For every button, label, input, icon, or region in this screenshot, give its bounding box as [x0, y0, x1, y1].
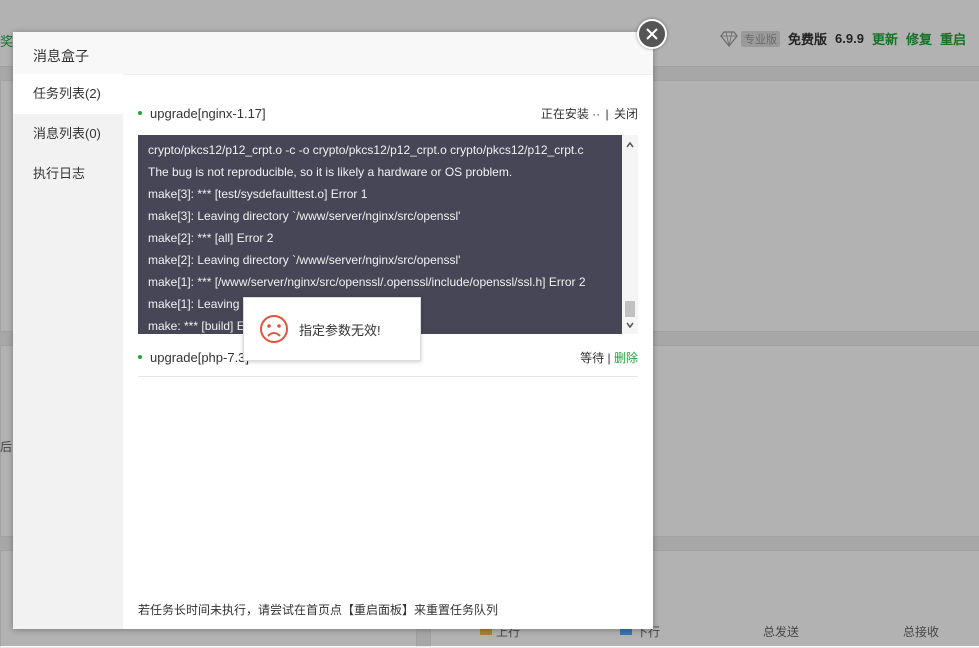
task-status: 等待 — [580, 350, 605, 365]
scroll-down-arrow[interactable] — [622, 317, 638, 333]
task-name-label: upgrade[nginx-1.17] — [150, 105, 266, 121]
console-line: make[1]: *** [/www/server/nginx/src/open… — [148, 275, 586, 289]
modal-title: 消息盒子 — [33, 48, 89, 64]
chevron-up-icon — [626, 142, 634, 148]
sad-face-icon — [260, 315, 288, 343]
error-toast: 指定参数无效! — [243, 297, 421, 361]
console-scrollbar[interactable] — [622, 135, 638, 334]
chevron-down-icon — [626, 322, 634, 328]
separator: | — [605, 106, 609, 121]
toast-message: 指定参数无效! — [299, 322, 381, 338]
task-name: upgrade[php-7.3] — [138, 350, 249, 365]
status-dot — [138, 111, 142, 115]
sidebar-item-messages[interactable]: 消息列表(0) — [13, 114, 123, 154]
separator: | — [607, 350, 611, 365]
console-line: make[3]: *** [test/sysdefaulttest.o] Err… — [148, 187, 368, 201]
close-task-link[interactable]: 关闭 — [614, 107, 638, 121]
console-line: The bug is not reproducible, so it is li… — [148, 165, 513, 179]
close-button[interactable] — [637, 19, 667, 49]
scroll-up-arrow[interactable] — [622, 137, 638, 153]
task-name-label: upgrade[php-7.3] — [150, 349, 250, 365]
close-icon — [646, 28, 658, 40]
scroll-thumb[interactable] — [625, 301, 635, 317]
modal-sidebar: 任务列表(2) 消息列表(0) 执行日志 — [13, 74, 123, 629]
status-dot — [138, 355, 142, 359]
console-line: crypto/pkcs12/p12_crpt.o -c -o crypto/pk… — [148, 143, 584, 157]
task-actions: 等待 | 删除 — [580, 349, 638, 366]
sidebar-item-logs[interactable]: 执行日志 — [13, 154, 123, 194]
task-actions: 正在安装 ·· | 关闭 — [541, 105, 638, 122]
console-line: make[2]: Leaving directory `/www/server/… — [148, 253, 461, 267]
task-row-nginx: upgrade[nginx-1.17] 正在安装 ·· | 关闭 — [138, 101, 638, 125]
footer-tip: 若任务长时间未执行，请尝试在首页点【重启面板】来重置任务队列 — [138, 603, 499, 617]
sidebar-item-tasks[interactable]: 任务列表(2) — [13, 74, 123, 114]
console-line: make[3]: Leaving directory `/www/server/… — [148, 209, 461, 223]
console-line: make[2]: *** [all] Error 2 — [148, 231, 274, 245]
task-name: upgrade[nginx-1.17] — [138, 106, 266, 121]
delete-task-link[interactable]: 删除 — [614, 351, 638, 365]
task-status: 正在安装 ·· — [540, 106, 601, 121]
modal-header: 消息盒子 — [13, 19, 667, 75]
